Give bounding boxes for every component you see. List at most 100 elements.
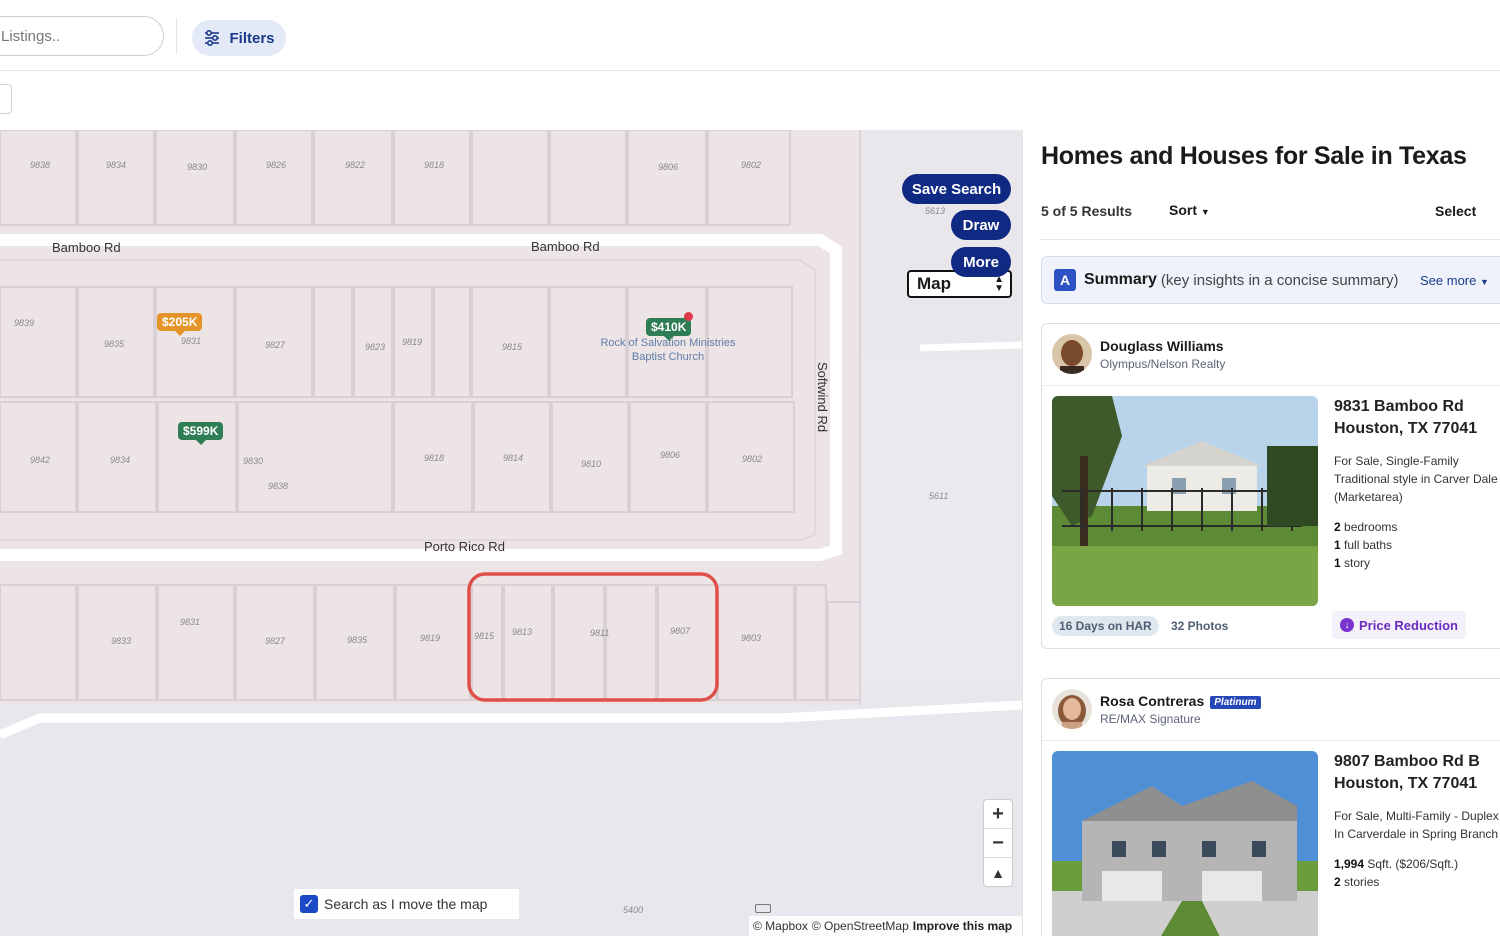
lot-number: 9838 [268, 481, 289, 491]
price-reduction-badge: ↓ Price Reduction [1332, 611, 1466, 639]
collapsed-control[interactable] [0, 84, 12, 114]
save-search-button[interactable]: Save Search [902, 174, 1011, 204]
lot-number: 9823 [365, 342, 386, 352]
street-label: Bamboo Rd [52, 240, 121, 255]
summary-bar[interactable]: A Summary (key insights in a concise sum… [1041, 256, 1500, 304]
caret-down-icon: ▼ [1200, 207, 1210, 217]
lot-number: 9835 [347, 635, 368, 645]
draw-button[interactable]: Draw [951, 210, 1011, 240]
listing-photo[interactable] [1052, 751, 1318, 936]
desc-line: Traditional style in Carver Dale [1334, 472, 1498, 486]
map-view[interactable]: Bamboo Rd Bamboo Rd Porto Rico Rd Softwi… [0, 130, 1022, 936]
select-button[interactable]: Select [1435, 203, 1476, 219]
agent-row[interactable]: Douglass Williams Olympus/Nelson Realty [1042, 324, 1500, 386]
feature-value: 2 [1334, 520, 1341, 534]
price-marker[interactable]: $205K [157, 313, 203, 336]
listing-card[interactable]: Rosa Contreras Platinum RE/MAX Signature … [1041, 678, 1500, 936]
sub-bar [0, 71, 1500, 130]
zoom-control: + − ▲ [983, 799, 1013, 887]
listing-address[interactable]: 9831 Bamboo Rd Houston, TX 77041 [1334, 396, 1477, 440]
sliders-icon [205, 29, 220, 47]
checkbox-checked-icon[interactable]: ✓ [300, 895, 318, 913]
more-button[interactable]: More [951, 247, 1011, 277]
agent-row[interactable]: Rosa Contreras Platinum RE/MAX Signature [1042, 679, 1500, 741]
feature-label: stories [1340, 875, 1380, 889]
listing-address[interactable]: 9807 Bamboo Rd B Houston, TX 77041 [1334, 751, 1480, 795]
search-as-move-toggle[interactable]: ✓ Search as I move the map [294, 889, 519, 919]
lot-number: 9827 [265, 340, 286, 350]
mapbox-logo-icon [755, 904, 771, 913]
photo-count[interactable]: 32 Photos [1171, 619, 1228, 633]
zoom-in-button[interactable]: + [984, 800, 1012, 829]
filters-button[interactable]: Filters [192, 20, 286, 56]
see-more-link[interactable]: See more ▼ [1420, 273, 1489, 288]
compass-button[interactable]: ▲ [984, 858, 1012, 887]
sort-dropdown[interactable]: Sort ▼ [1169, 202, 1210, 218]
lot-number: 9807 [670, 626, 691, 636]
agent-name[interactable]: Douglass Williams [1100, 338, 1224, 354]
feature-value: 1 [1334, 556, 1341, 570]
lot-number: 9833 [111, 636, 132, 646]
results-count: 5 of 5 Results [1041, 203, 1133, 219]
listings-search-input[interactable]: Listings.. [0, 16, 164, 56]
listing-features: 1,994 Sqft. ($206/Sqft.) 2 stories [1334, 855, 1458, 891]
feature-value: 2 [1334, 875, 1341, 889]
street-label: Softwind Rd [815, 362, 830, 433]
lot-number: 9803 [741, 633, 762, 643]
feature-label: Sqft. ($206/Sqft.) [1364, 857, 1459, 871]
lot-number: 5611 [929, 491, 949, 501]
lot-number: 9802 [741, 160, 762, 170]
lot-number: 9826 [266, 160, 287, 170]
lot-number: 5400 [623, 905, 644, 915]
feature-value: 1,994 [1334, 857, 1365, 871]
lot-number: 9810 [581, 459, 602, 469]
zoom-out-button[interactable]: − [984, 829, 1012, 858]
lot-number: 9818 [424, 160, 445, 170]
address-line2: Houston, TX 77041 [1334, 775, 1478, 792]
desc-line: For Sale, Multi-Family - Duplex [1334, 809, 1499, 823]
street-label: Bamboo Rd [531, 239, 600, 254]
summary-subtitle: (key insights in a concise summary) [1160, 271, 1399, 289]
price-reduction-label: Price Reduction [1359, 617, 1458, 633]
see-more-label: See more [1420, 273, 1477, 288]
lot-number: 9811 [590, 628, 610, 638]
caret-down-icon: ▼ [1480, 277, 1489, 287]
lot-number: 9819 [420, 633, 441, 643]
attribution-mapbox[interactable]: © Mapbox [753, 919, 808, 933]
agent-company: RE/MAX Signature [1100, 712, 1201, 726]
poi-line: Baptist Church [631, 351, 705, 363]
search-as-move-label: Search as I move the map [324, 896, 488, 912]
feature-line: 1 full baths [1334, 536, 1397, 554]
map-base [0, 130, 1022, 936]
lot-number: 9827 [265, 636, 286, 646]
select-arrows-icon: ▲ ▼ [994, 274, 1004, 294]
summary-title: Summary [1084, 271, 1157, 288]
filters-label: Filters [229, 29, 275, 47]
listing-photo[interactable] [1052, 396, 1318, 606]
favorite-heart-icon [684, 312, 693, 321]
address-line1: 9807 Bamboo Rd B [1334, 753, 1480, 770]
feature-line: 2 bedrooms [1334, 518, 1397, 536]
days-on-market-badge: 16 Days on HAR [1052, 616, 1159, 636]
lot-number: 9819 [402, 337, 423, 347]
feature-label: full baths [1340, 538, 1393, 552]
price-marker[interactable]: $599K [178, 422, 224, 445]
agent-name[interactable]: Rosa Contreras Platinum [1100, 693, 1261, 709]
listing-card[interactable]: Douglass Williams Olympus/Nelson Realty [1041, 323, 1500, 649]
divider [176, 18, 177, 54]
har-logo-icon: A [1054, 269, 1076, 291]
lot-number: 9806 [660, 450, 681, 460]
lot-number: 9830 [243, 456, 264, 466]
platinum-badge: Platinum [1210, 695, 1261, 709]
listing-description: For Sale, Multi-Family - Duplex In Carve… [1334, 807, 1499, 843]
improve-map-link[interactable]: Improve this map [913, 919, 1012, 933]
attribution-osm[interactable]: © OpenStreetMap [812, 919, 909, 933]
lot-number: 9831 [181, 336, 202, 346]
lot-number: 9834 [110, 455, 131, 465]
lot-number: 9813 [512, 627, 533, 637]
lot-number: 9802 [742, 454, 763, 464]
avatar [1052, 689, 1092, 729]
price-marker[interactable]: $410K [646, 318, 692, 341]
feature-label: bedrooms [1340, 520, 1398, 534]
avatar [1052, 334, 1092, 374]
